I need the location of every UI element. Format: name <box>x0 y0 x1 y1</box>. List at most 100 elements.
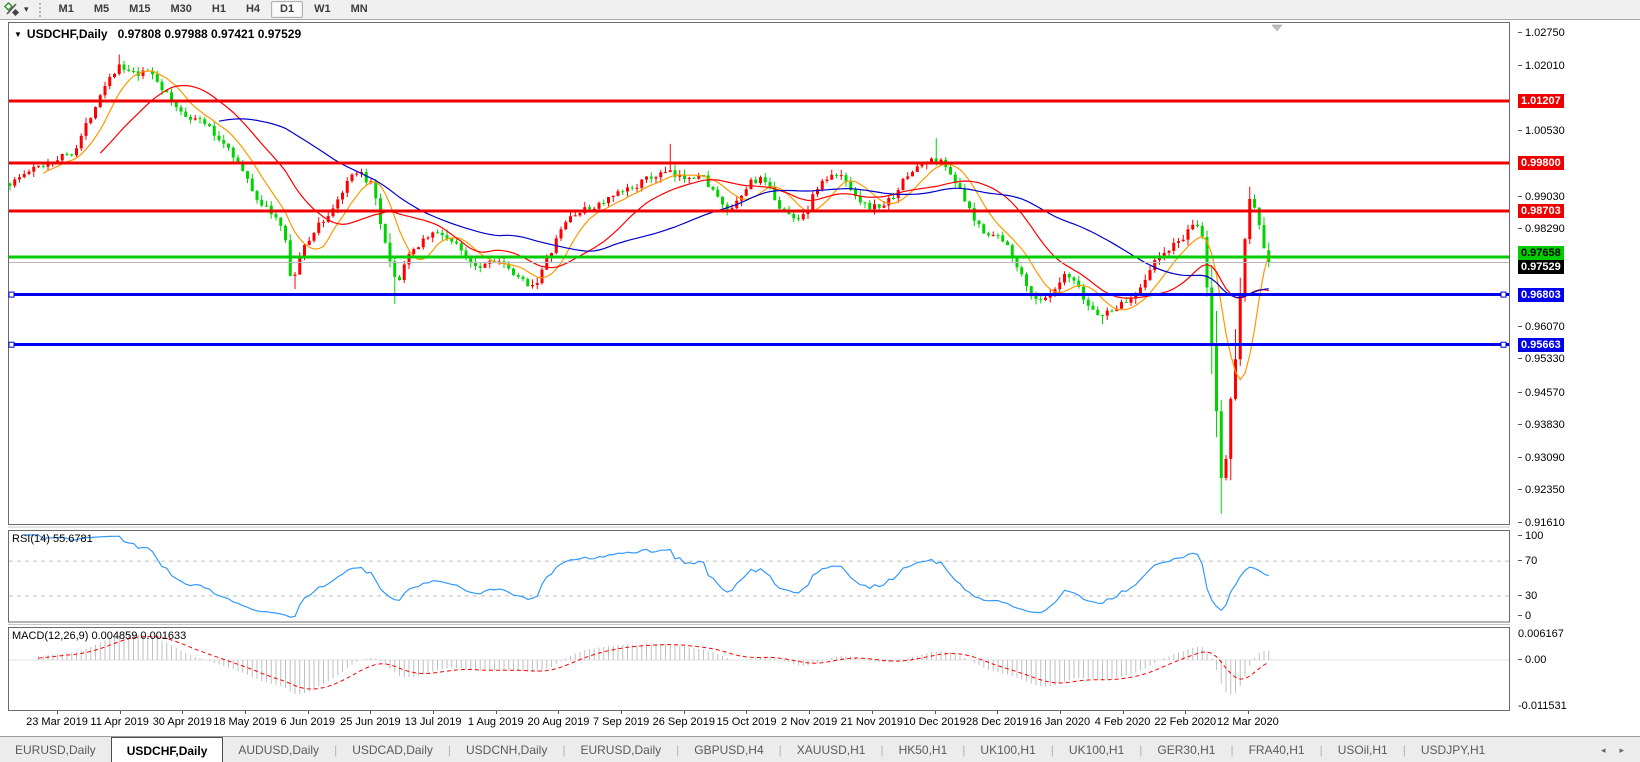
price-axis-tick: 0.96070 <box>1518 321 1565 333</box>
chart-tab-usdchf-daily[interactable]: USDCHF,Daily <box>111 737 224 762</box>
date-axis-tick <box>1185 711 1186 714</box>
chevron-down-icon[interactable]: ▾ <box>22 4 31 15</box>
date-axis-label: 21 Nov 2019 <box>841 716 903 728</box>
rsi-axis-tick: 70 <box>1518 555 1537 567</box>
chart-tab-ger30-h1[interactable]: GER30,H1 <box>1142 737 1230 762</box>
date-axis-label: 12 Mar 2020 <box>1217 716 1279 728</box>
date-axis-tick <box>809 711 810 714</box>
chart-canvas[interactable] <box>8 22 1510 711</box>
rsi-axis-tick: 0 <box>1518 610 1531 622</box>
timeframe-button-d1[interactable]: D1 <box>271 1 303 18</box>
level-price-badge: 0.98703 <box>1518 204 1564 218</box>
date-axis-label: 10 Dec 2019 <box>903 716 965 728</box>
chart-tab-usoil-h1[interactable]: USOil,H1 <box>1323 737 1403 762</box>
timeframe-button-mn[interactable]: MN <box>342 1 377 18</box>
price-axis-tick: 0.92350 <box>1518 484 1565 496</box>
date-axis-tick <box>433 711 434 714</box>
price-axis-tick: 0.91610 <box>1518 517 1565 529</box>
macd-axis-tick: 0.006167 <box>1518 628 1564 640</box>
price-axis-tick: 0.93830 <box>1518 419 1565 431</box>
date-axis-tick <box>997 711 998 714</box>
date-axis-label: 30 Apr 2019 <box>153 716 212 728</box>
price-axis-tick: 0.94570 <box>1518 387 1565 399</box>
toolbar-grip[interactable] <box>39 3 44 17</box>
price-axis-tick: 0.93090 <box>1518 452 1565 464</box>
date-axis-tick <box>558 711 559 714</box>
date-axis-tick <box>1123 711 1124 714</box>
date-axis-tick <box>308 711 309 714</box>
date-axis-tick <box>621 711 622 714</box>
price-axis-tick: 0.95330 <box>1518 353 1565 365</box>
chart-tab-usdjpy-h1[interactable]: USDJPY,H1 <box>1406 737 1500 762</box>
trading-terminal-window: ▾ M1M5M15M30H1H4D1W1MN ▼USDCHF,Daily0.97… <box>0 0 1640 762</box>
date-axis-tick <box>57 711 58 714</box>
date-axis-tick <box>245 711 246 714</box>
chart-tab-usdcad-daily[interactable]: USDCAD,Daily <box>337 737 448 762</box>
macd-axis-tick: -0.011531 <box>1518 700 1567 712</box>
chart-tab-uk100-h1[interactable]: UK100,H1 <box>1054 737 1139 762</box>
tab-scroll-controls: ◂ ▸ <box>1601 737 1640 762</box>
date-axis-label: 23 Mar 2019 <box>26 716 88 728</box>
date-axis-tick <box>684 711 685 714</box>
date-axis-label: 22 Feb 2020 <box>1154 716 1216 728</box>
date-axis-label: 20 Aug 2019 <box>528 716 590 728</box>
date-axis-label: 6 Jun 2019 <box>281 716 335 728</box>
date-axis-label: 4 Feb 2020 <box>1095 716 1151 728</box>
level-price-badge: 0.96803 <box>1518 288 1564 302</box>
date-axis-label: 26 Sep 2019 <box>653 716 715 728</box>
level-price-badge: 0.99800 <box>1518 156 1564 170</box>
chart-tab-gbpusd-h4[interactable]: GBPUSD,H4 <box>679 737 778 762</box>
date-axis-label: 18 May 2019 <box>213 716 277 728</box>
date-axis-label: 1 Aug 2019 <box>468 716 524 728</box>
chart-tab-usdcnh-daily[interactable]: USDCNH,Daily <box>451 737 562 762</box>
timeframe-button-m30[interactable]: M30 <box>162 1 201 18</box>
timeframe-button-h4[interactable]: H4 <box>237 1 269 18</box>
chart-tab-uk100-h1[interactable]: UK100,H1 <box>965 737 1050 762</box>
chart-tab-audusd-daily[interactable]: AUDUSD,Daily <box>223 737 334 762</box>
level-price-badge: 0.97658 <box>1518 246 1564 260</box>
level-price-badge: 0.95663 <box>1518 338 1564 352</box>
date-axis-label: 16 Jan 2020 <box>1030 716 1091 728</box>
date-axis-label: 11 Apr 2019 <box>90 716 149 728</box>
date-axis-tick <box>872 711 873 714</box>
chart-tabs: EURUSD,DailyUSDCHF,DailyAUDUSD,Daily|USD… <box>0 737 1500 762</box>
date-axis-tick <box>1060 711 1061 714</box>
timeframe-button-m15[interactable]: M15 <box>120 1 159 18</box>
price-axis-tick: 1.00530 <box>1518 125 1565 137</box>
date-axis-tick <box>746 711 747 714</box>
chart-area[interactable] <box>8 22 1510 711</box>
timeframe-button-h1[interactable]: H1 <box>203 1 235 18</box>
rsi-axis-tick: 100 <box>1518 530 1543 542</box>
timeframe-toolbar: ▾ M1M5M15M30H1H4D1W1MN <box>0 0 1640 20</box>
chart-tab-bar: EURUSD,DailyUSDCHF,DailyAUDUSD,Daily|USD… <box>0 736 1640 762</box>
level-price-badge: 1.01207 <box>1518 94 1564 108</box>
date-axis-tick <box>120 711 121 714</box>
price-axis-tick: 1.02010 <box>1518 60 1565 72</box>
date-axis-label: 2 Nov 2019 <box>781 716 837 728</box>
date-axis-tick <box>182 711 183 714</box>
timeframe-button-w1[interactable]: W1 <box>305 1 340 18</box>
tab-scroll-right-icon[interactable]: ▸ <box>1619 745 1624 756</box>
chart-tab-hk50-h1[interactable]: HK50,H1 <box>884 737 963 762</box>
price-axis-tick: 1.02750 <box>1518 27 1565 39</box>
rsi-axis-tick: 30 <box>1518 590 1537 602</box>
date-axis-label: 7 Sep 2019 <box>593 716 649 728</box>
chart-tab-xauusd-h1[interactable]: XAUUSD,H1 <box>782 737 881 762</box>
date-axis-tick <box>496 711 497 714</box>
date-axis-tick <box>1248 711 1249 714</box>
date-axis-label: 28 Dec 2019 <box>966 716 1028 728</box>
price-axis-tick: 0.99030 <box>1518 191 1565 203</box>
price-axis-tick: 0.98290 <box>1518 223 1565 235</box>
timeframe-button-m1[interactable]: M1 <box>50 1 83 18</box>
timeframe-buttons: M1M5M15M30H1H4D1W1MN <box>50 1 377 18</box>
chart-tab-eurusd-daily[interactable]: EURUSD,Daily <box>565 737 676 762</box>
date-axis-label: 15 Oct 2019 <box>717 716 777 728</box>
chart-tab-eurusd-daily[interactable]: EURUSD,Daily <box>0 737 111 762</box>
date-axis-label: 13 Jul 2019 <box>405 716 462 728</box>
macd-axis-tick: 0.00 <box>1518 654 1546 666</box>
tab-scroll-left-icon[interactable]: ◂ <box>1601 745 1606 756</box>
objects-tool-icon[interactable] <box>4 2 20 17</box>
chart-tab-fra40-h1[interactable]: FRA40,H1 <box>1234 737 1320 762</box>
timeframe-button-m5[interactable]: M5 <box>85 1 118 18</box>
date-axis-label: 25 Jun 2019 <box>340 716 401 728</box>
